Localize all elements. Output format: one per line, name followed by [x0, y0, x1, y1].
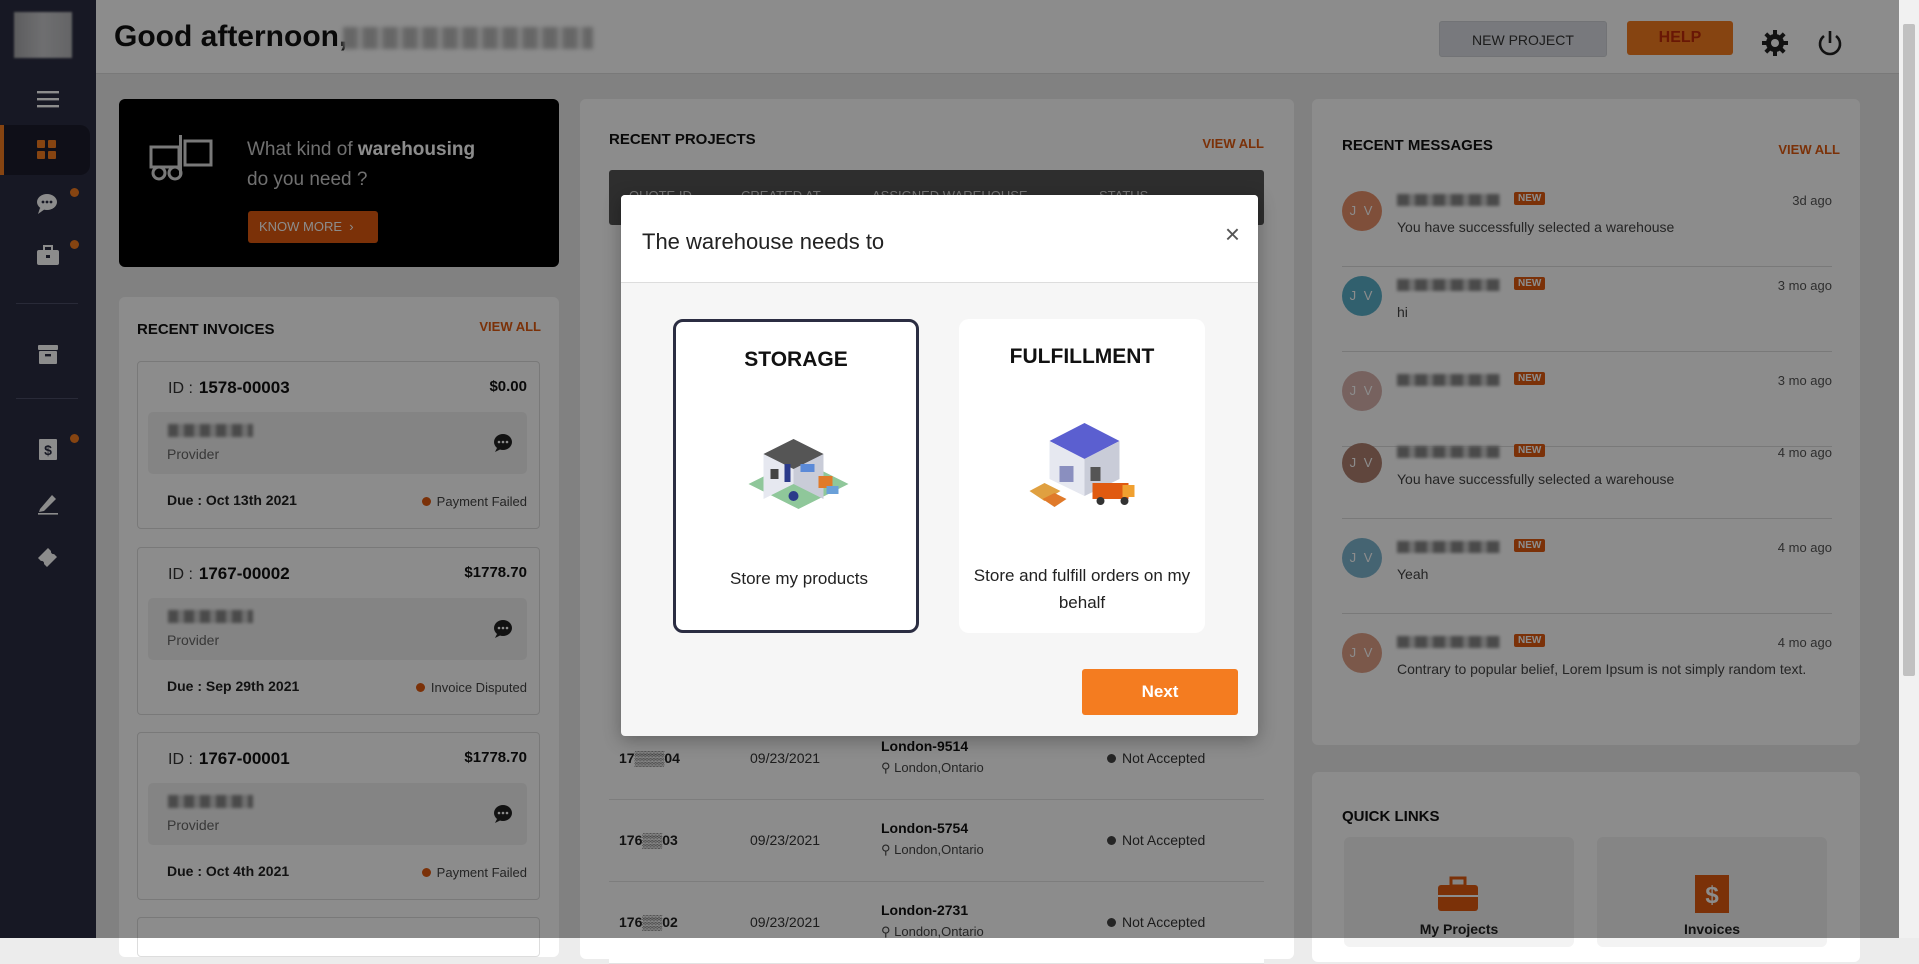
modal-title: The warehouse needs to [642, 229, 885, 254]
storage-warehouse-icon [748, 439, 849, 509]
next-button[interactable]: Next [1082, 669, 1238, 715]
warehouse-needs-modal: The warehouse needs to × STORAGE Store m… [621, 195, 1258, 736]
scrollbar[interactable] [1899, 0, 1919, 938]
option-storage[interactable]: STORAGE Store my products [673, 319, 919, 633]
close-icon[interactable]: × [1225, 219, 1240, 250]
fulfillment-warehouse-icon [1029, 423, 1135, 507]
scrollbar-thumb[interactable] [1903, 24, 1915, 676]
option-fulfillment[interactable]: FULFILLMENT Store and fulfill orders on … [959, 319, 1205, 633]
